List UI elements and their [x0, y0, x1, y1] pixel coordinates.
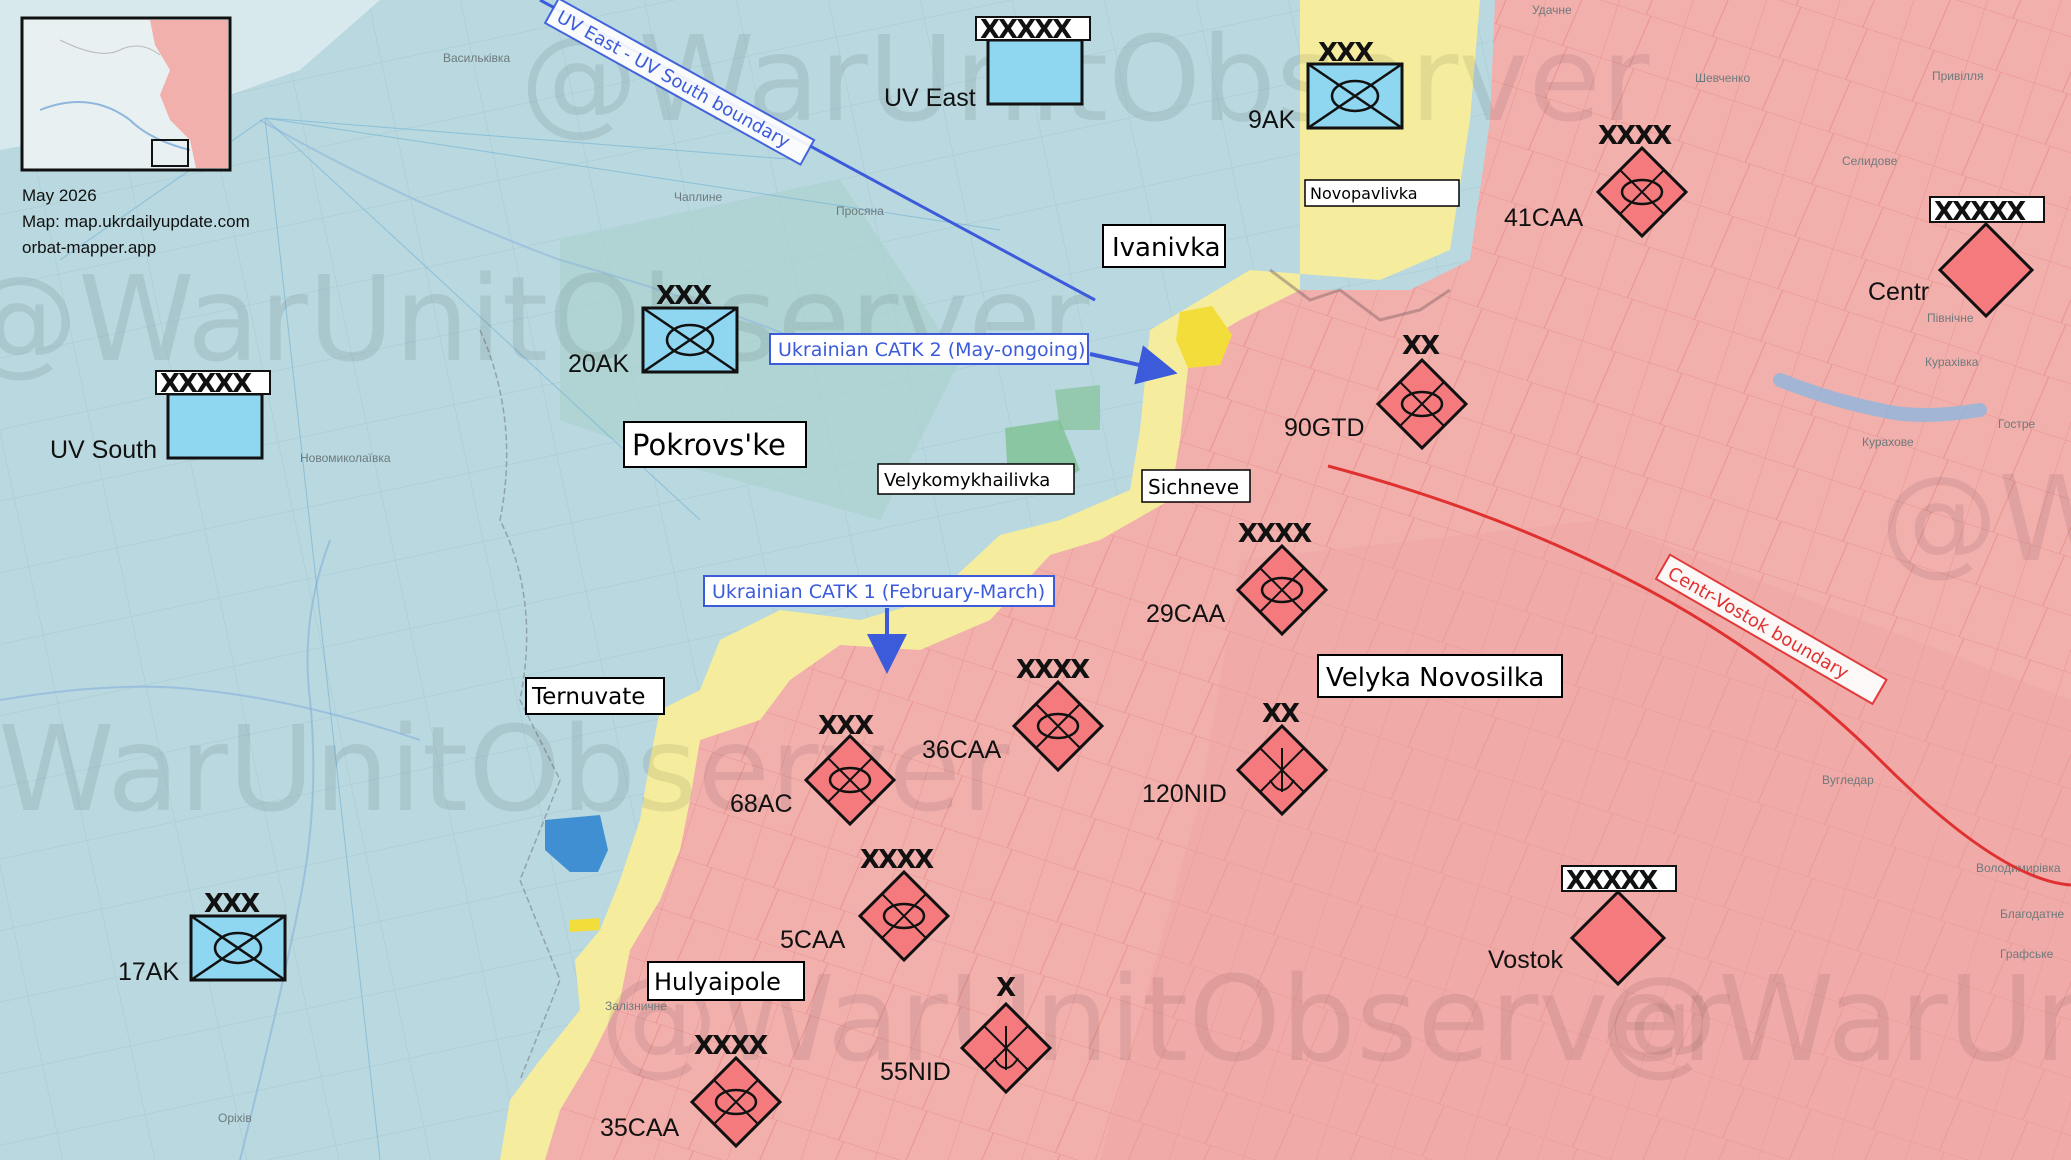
credits-map-source: Map: map.ukrdailyupdate.com — [22, 212, 250, 231]
town-velyka-novosilka: Velyka Novosilka — [1317, 654, 1563, 698]
place-kurakhove: Курахове — [1862, 435, 1914, 449]
catk1-label: Ukrainian CATK 1 (February-March) — [703, 575, 1055, 607]
svg-text:XXXXX: XXXXX — [160, 369, 252, 399]
unit-label: Vostok — [1488, 946, 1564, 974]
svg-text:Velyka Novosilka: Velyka Novosilka — [1326, 663, 1544, 693]
place-vuhledar: Вугледар — [1822, 773, 1874, 787]
unit-label: 20AK — [568, 350, 629, 378]
watermark-6: @WarUnitObserver — [1880, 450, 2071, 588]
unit-label: Centr — [1868, 278, 1929, 306]
place-novomykolaivka: Новомиколаївка — [300, 451, 391, 465]
ua-army-group-icon: XXXXX — [975, 15, 1091, 106]
credits-date: May 2026 — [22, 186, 97, 205]
ua-army-group-icon: XXXXX — [155, 369, 271, 460]
place-shevchenko: Шевченко — [1695, 71, 1750, 85]
svg-text:XX: XX — [1402, 331, 1440, 361]
svg-text:Sichneve: Sichneve — [1148, 475, 1239, 499]
map-credits: May 2026 Map: map.ukrdailyupdate.com orb… — [22, 183, 250, 261]
unit-label: 41CAA — [1504, 204, 1584, 232]
svg-text:Pokrovs'ke: Pokrovs'ke — [632, 428, 786, 462]
place-pivnichne: Північне — [1927, 311, 1974, 325]
unit-label: UV East — [884, 84, 976, 112]
unit-label: 17AK — [118, 958, 179, 986]
svg-text:XXXX: XXXX — [860, 845, 934, 875]
place-blahodatne: Благодатне — [2000, 907, 2064, 921]
unit-label: 35CAA — [600, 1114, 680, 1142]
place-prosiana: Просяна — [836, 204, 884, 218]
town-hulyaipole: Hulyaipole — [647, 961, 805, 1001]
svg-text:Ternuvate: Ternuvate — [531, 684, 645, 710]
watermark-5: @WarUnitObserver — [1600, 950, 2071, 1088]
svg-text:XXXXX: XXXXX — [1566, 866, 1658, 896]
place-chaplyne: Чаплине — [674, 190, 723, 204]
place-pryvillia: Привілля — [1932, 69, 1984, 83]
place-kurakhivka: Курахівка — [1925, 355, 1979, 369]
svg-text:XX: XX — [1262, 699, 1300, 729]
place-selydove: Селидове — [1842, 154, 1898, 168]
svg-text:XXXXX: XXXXX — [980, 15, 1072, 45]
svg-text:Velykomykhailivka: Velykomykhailivka — [884, 470, 1050, 491]
place-hrafske: Графське — [2000, 947, 2054, 961]
credits-tool: orbat-mapper.app — [22, 238, 157, 257]
svg-text:XXXX: XXXX — [1238, 519, 1312, 549]
place-udachne: Удачне — [1532, 3, 1572, 17]
unit-label: 90GTD — [1284, 414, 1365, 442]
town-sichneve: Sichneve — [1141, 469, 1251, 503]
frontline-map: @WarUnitObserver @WarUnitObserver @WarUn… — [0, 0, 2071, 1160]
town-velykomykhailivka: Velykomykhailivka — [877, 463, 1075, 495]
unit-label: UV South — [50, 436, 157, 464]
svg-text:Novopavlivka: Novopavlivka — [1310, 184, 1418, 203]
svg-text:XXXX: XXXX — [694, 1031, 768, 1061]
svg-text:XXXX: XXXX — [1016, 655, 1090, 685]
unit-label: 120NID — [1142, 780, 1227, 808]
unit-label: 68AC — [730, 790, 793, 818]
svg-text:XXXXX: XXXXX — [1934, 197, 2026, 227]
inset-overview-map — [20, 16, 232, 172]
town-ivanivka: Ivanivka — [1102, 224, 1226, 268]
svg-text:Ivanivka: Ivanivka — [1112, 233, 1221, 263]
svg-text:Ukrainian CATK 1 (February-Mar: Ukrainian CATK 1 (February-March) — [712, 581, 1045, 603]
town-novopavlivka: Novopavlivka — [1304, 179, 1460, 207]
unit-label: 9AK — [1248, 106, 1296, 134]
unit-label: 29CAA — [1146, 600, 1226, 628]
place-zaliznychne: Залізничне — [605, 999, 667, 1013]
svg-text:X: X — [996, 973, 1016, 1003]
svg-text:XXX: XXX — [818, 711, 874, 741]
place-hostre: Гостре — [1998, 417, 2036, 431]
catk2-label: Ukrainian CATK 2 (May-ongoing) — [769, 333, 1089, 365]
unit-label: 5CAA — [780, 926, 846, 954]
svg-text:XXXX: XXXX — [1598, 121, 1672, 151]
town-pokrovske: Pokrovs'ke — [623, 421, 807, 468]
town-ternuvate: Ternuvate — [525, 677, 665, 715]
watermark-1: @WarUnitObserver — [0, 250, 1090, 388]
svg-text:Ukrainian CATK 2 (May-ongoing): Ukrainian CATK 2 (May-ongoing) — [778, 339, 1085, 361]
svg-text:Hulyaipole: Hulyaipole — [654, 968, 781, 996]
unit-label: 55NID — [880, 1058, 951, 1086]
place-orikhiv: Оріхів — [218, 1111, 252, 1125]
place-vasylkivka: Васильківка — [443, 51, 510, 65]
unit-label: 36CAA — [922, 736, 1002, 764]
